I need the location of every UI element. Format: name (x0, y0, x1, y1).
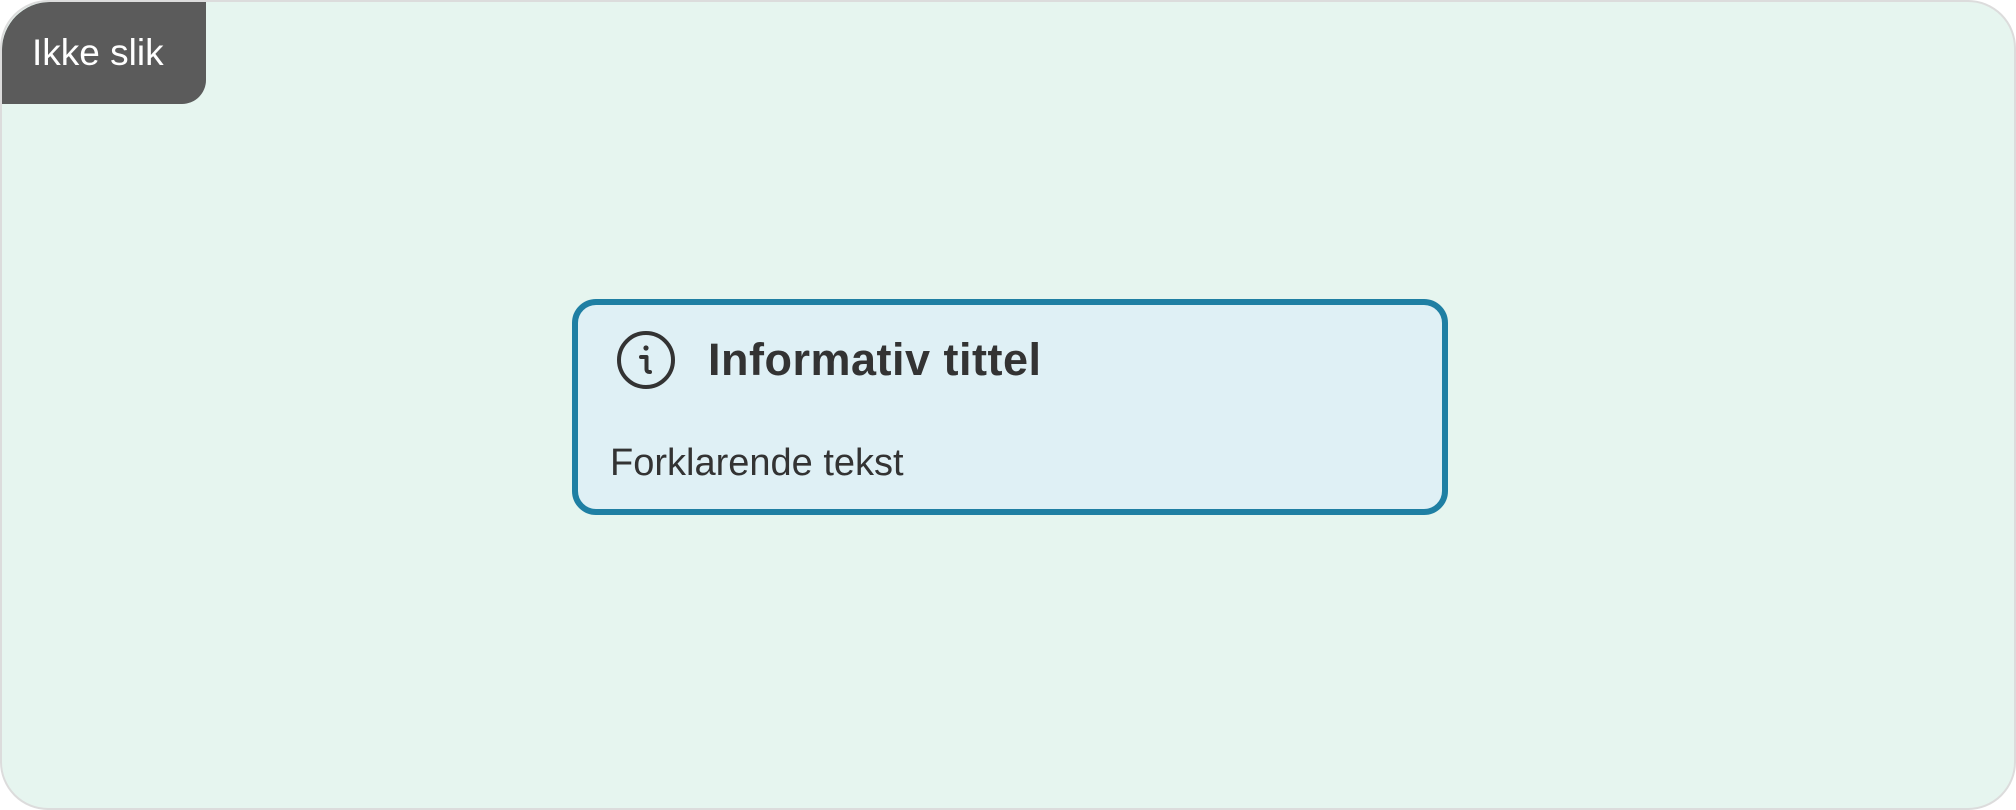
do-not-badge: Ikke slik (2, 2, 206, 104)
info-alert: Informativ tittel Forklarende tekst (572, 299, 1448, 515)
alert-description: Forklarende tekst (610, 442, 904, 484)
example-frame: Ikke slik Informativ tittel Forklarende … (0, 0, 2016, 810)
badge-label: Ikke slik (32, 32, 164, 73)
alert-title: Informativ tittel (708, 334, 1042, 385)
alert-header: Informativ tittel (616, 330, 1042, 390)
info-circle-icon (616, 330, 676, 390)
